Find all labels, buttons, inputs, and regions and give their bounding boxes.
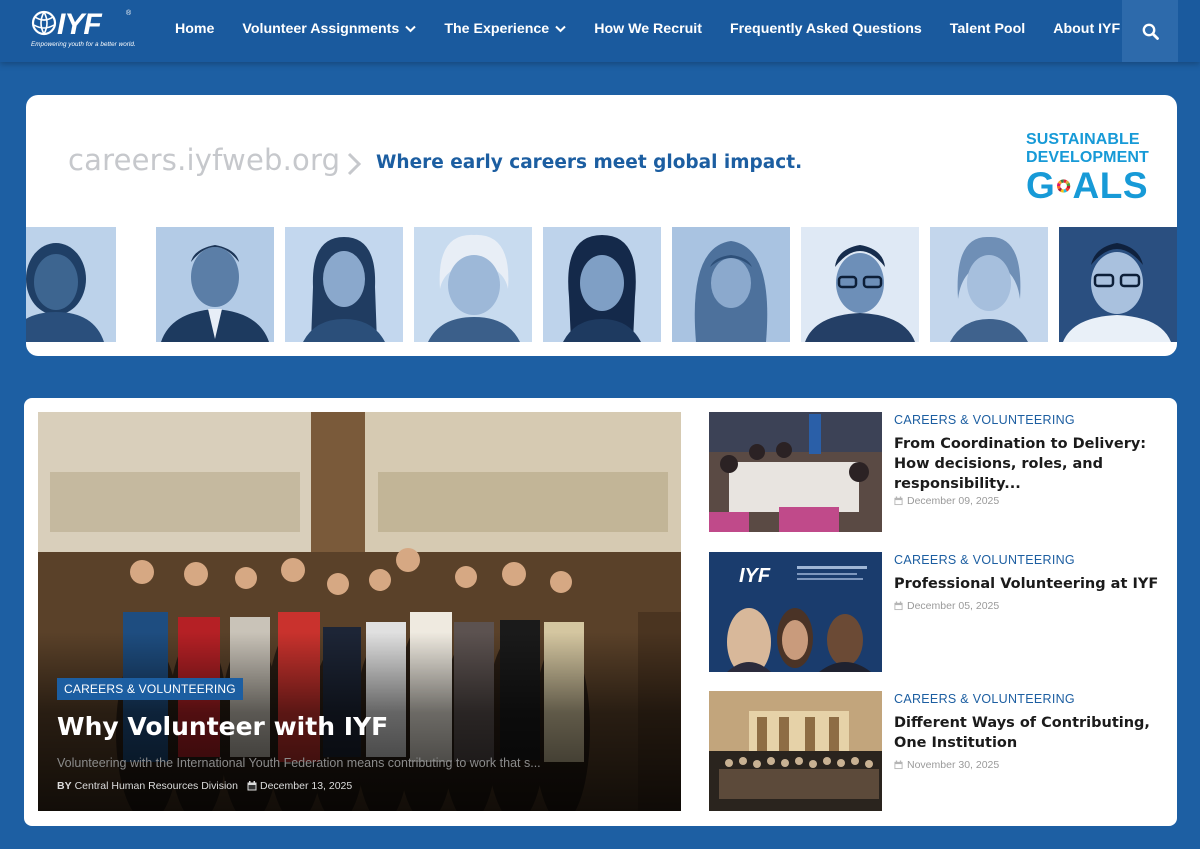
calendar-icon [894,496,903,506]
banner-tagline: Where early careers meet global impact. [376,152,803,173]
menu-item-the-experience[interactable]: The Experience [444,21,566,37]
side-post-date-text: December 05, 2025 [907,600,1000,612]
side-post-category[interactable]: CAREERS & VOLUNTEERING [894,553,1075,567]
menu-item-label: Frequently Asked Questions [729,21,922,37]
side-post-date: December 09, 2025 [894,495,999,507]
logo-wordmark: IYF [57,8,102,41]
menu-item-volunteer-assignments[interactable]: Volunteer Assignments [242,21,417,37]
iyf-logo[interactable]: IYF ® Empowering youth for a better worl… [31,8,136,51]
registered-mark: ® [126,10,132,17]
menu-item-home[interactable]: Home [175,21,214,37]
sdg-logo: SUSTAINABLE DEVELOPMENT G ALS [1026,131,1149,205]
featured-title[interactable]: Why Volunteer with IYF [57,712,388,741]
side-post[interactable]: CAREERS & VOLUNTEERING Different Ways of… [709,691,1164,811]
news-section: CAREERS & VOLUNTEERING Why Volunteer wit… [24,398,1177,826]
globe-logo-icon [31,10,57,36]
portrait [414,227,532,342]
side-post-category[interactable]: CAREERS & VOLUNTEERING [894,413,1075,427]
search-icon [1142,23,1159,40]
chevron-down-icon [555,25,566,33]
main-menu: Home Volunteer Assignments The Experienc… [175,0,1148,58]
menu-item-faq[interactable]: Frequently Asked Questions [730,21,922,37]
sdg-goals-g: G [1026,165,1056,206]
side-post-thumbnail[interactable] [709,691,882,811]
search-button[interactable] [1122,0,1178,62]
menu-item-label: Volunteer Assignments [242,21,400,37]
sdg-line-1: SUSTAINABLE [1026,131,1140,148]
menu-item-label: How We Recruit [594,21,702,37]
menu-item-how-we-recruit[interactable]: How We Recruit [594,21,702,37]
side-post-date-text: November 30, 2025 [907,759,1000,771]
side-post-title[interactable]: From Coordination to Delivery: How decis… [894,434,1159,494]
featured-date: December 13, 2025 [260,780,353,792]
logo-tagline: Empowering youth for a better world. [31,41,136,48]
menu-item-talent-pool[interactable]: Talent Pool [950,21,1025,37]
menu-item-label: Home [175,21,215,37]
side-post-date: November 30, 2025 [894,759,999,771]
sdg-wheel-icon [1057,179,1071,193]
side-post-category[interactable]: CAREERS & VOLUNTEERING [894,692,1075,706]
sdg-goals-word: G ALS [1026,167,1148,205]
menu-item-label: Talent Pool [949,21,1026,37]
staff-portrait-strip [26,227,1177,342]
portrait [156,227,274,342]
featured-post[interactable]: CAREERS & VOLUNTEERING Why Volunteer wit… [38,412,681,811]
featured-author[interactable]: Central Human Resources Division [75,780,238,792]
side-post[interactable]: IYF CAREERS & VOLUNTEERING Professional … [709,552,1164,672]
banner-url: careers.iyfweb.org [68,143,341,177]
portrait [672,227,790,342]
careers-banner: careers.iyfweb.org Where early careers m… [26,95,1177,356]
menu-item-label: About IYF [1053,21,1121,37]
portrait [1059,227,1177,342]
calendar-icon [894,760,903,770]
by-label: BY [57,780,72,792]
side-post-title[interactable]: Professional Volunteering at IYF [894,574,1159,594]
sdg-goals-rest: ALS [1072,165,1148,206]
side-post-date-text: December 09, 2025 [907,495,1000,507]
chevron-right-icon [347,152,362,176]
portrait [543,227,661,342]
portrait [285,227,403,342]
featured-excerpt: Volunteering with the International Yout… [57,756,541,770]
thumb-logo-text: IYF [739,565,771,587]
featured-meta: BY Central Human Resources Division Dece… [57,780,352,792]
calendar-icon [894,601,903,611]
calendar-icon [247,781,257,791]
side-post[interactable]: CAREERS & VOLUNTEERING From Coordination… [709,412,1164,532]
side-post-thumbnail[interactable]: IYF [709,552,882,672]
side-post-thumbnail[interactable] [709,412,882,532]
top-navbar: IYF ® Empowering youth for a better worl… [0,0,1200,62]
portrait [26,227,116,342]
menu-item-label: The Experience [444,21,550,37]
chevron-down-icon [405,25,417,33]
menu-item-about[interactable]: About IYF [1053,21,1120,37]
portrait [930,227,1048,342]
side-post-date: December 05, 2025 [894,600,999,612]
portrait [801,227,919,342]
featured-category-badge[interactable]: CAREERS & VOLUNTEERING [57,678,243,700]
side-post-title[interactable]: Different Ways of Contributing, One Inst… [894,713,1159,753]
